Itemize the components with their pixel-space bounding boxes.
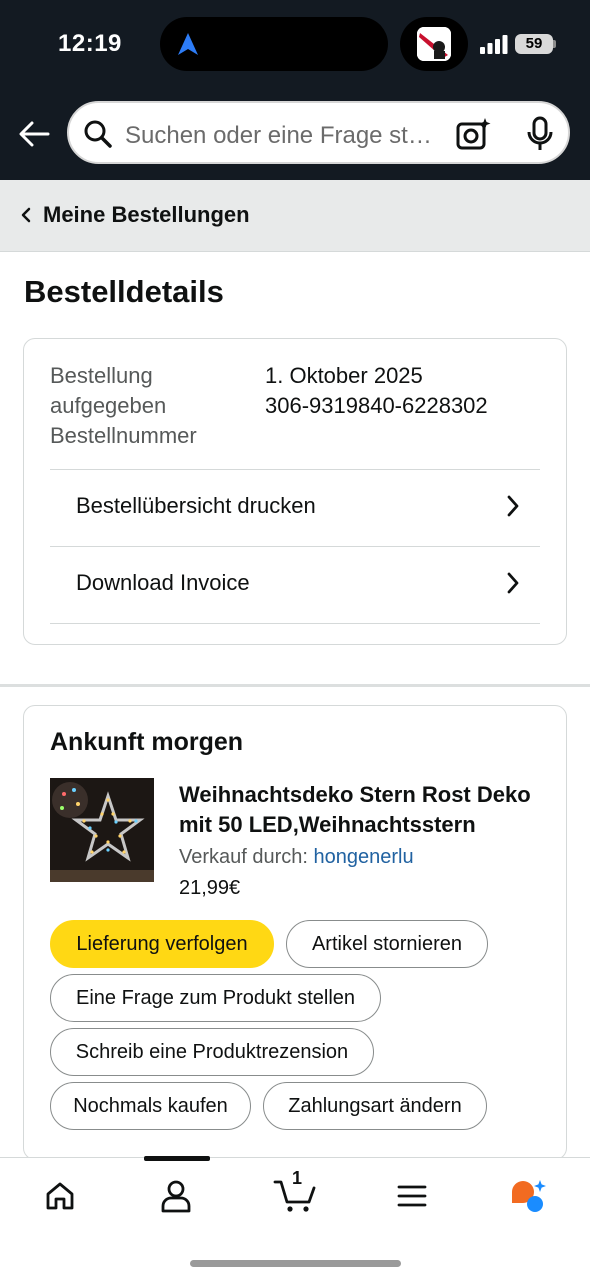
- tab-account[interactable]: [146, 1174, 206, 1218]
- active-tab-indicator: [144, 1156, 210, 1161]
- back-arrow-icon: [19, 121, 50, 147]
- breadcrumb-label[interactable]: Meine Bestellungen: [43, 202, 250, 228]
- seller-prefix: Verkauf durch:: [179, 846, 308, 868]
- change-payment-button[interactable]: Zahlungsart ändern: [263, 1082, 487, 1130]
- battery-tip: [553, 40, 556, 48]
- download-invoice-link[interactable]: Download Invoice: [50, 546, 540, 623]
- status-time: 12:19: [58, 30, 122, 57]
- cancel-item-button[interactable]: Artikel stornieren: [286, 920, 488, 968]
- print-summary-link[interactable]: Bestellübersicht drucken: [50, 469, 540, 546]
- battery-icon: 59: [515, 34, 553, 54]
- rufus-assistant-icon: [512, 1180, 546, 1212]
- search-icon: [84, 120, 112, 148]
- microphone-icon[interactable]: [525, 116, 555, 152]
- cart-count-badge: 1: [292, 1168, 303, 1188]
- account-icon: [161, 1180, 191, 1213]
- delivery-status: Ankunft morgen: [50, 728, 244, 756]
- write-review-button[interactable]: Schreib eine Produktrezension: [50, 1028, 374, 1076]
- order-date-label-2: aufgegeben: [50, 393, 167, 418]
- back-button[interactable]: [16, 116, 52, 152]
- buy-again-button[interactable]: Nochmals kaufen: [50, 1082, 251, 1130]
- breadcrumb[interactable]: Meine Bestellungen: [0, 180, 590, 252]
- order-date-label: Bestellung: [50, 363, 153, 388]
- top-header: 12:19 59 Suchen oder eine Frage stellen: [0, 0, 590, 180]
- dynamic-island: [160, 17, 388, 71]
- section-divider: [0, 684, 590, 687]
- divider: [50, 623, 540, 624]
- tab-home[interactable]: [30, 1174, 90, 1218]
- order-info-values: 1. Oktober 2025 306-9319840-6228302: [265, 361, 488, 421]
- chevron-left-icon: [21, 207, 31, 223]
- page-title: Bestelldetails: [24, 274, 224, 309]
- order-number: 306-9319840-6228302: [265, 393, 488, 418]
- product-price: 21,99€: [179, 877, 241, 899]
- chevron-right-icon: [507, 572, 519, 594]
- menu-icon: [397, 1185, 427, 1207]
- app-thumbnail-icon: [417, 27, 451, 61]
- tab-menu[interactable]: [382, 1174, 442, 1218]
- order-number-label: Bestellnummer: [50, 423, 197, 448]
- home-icon: [46, 1182, 74, 1210]
- download-invoice-label: Download Invoice: [76, 570, 250, 595]
- tab-rufus[interactable]: [498, 1174, 558, 1218]
- order-info-labels: Bestellung aufgegeben Bestellnummer: [50, 361, 240, 451]
- ask-question-button[interactable]: Eine Frage zum Produkt stellen: [50, 974, 381, 1022]
- seller-link[interactable]: hongenerlu: [314, 846, 414, 868]
- print-summary-label: Bestellübersicht drucken: [76, 493, 316, 518]
- navigation-arrow-icon: [178, 33, 198, 55]
- order-date: 1. Oktober 2025: [265, 363, 423, 388]
- chevron-right-icon: [507, 495, 519, 517]
- seller-info: Verkauf durch: hongenerlu: [179, 846, 414, 869]
- home-indicator: [190, 1260, 401, 1267]
- track-delivery-button[interactable]: Lieferung verfolgen: [50, 920, 274, 968]
- search-bar[interactable]: Suchen oder eine Frage stellen: [67, 101, 570, 164]
- live-activity: [400, 17, 468, 71]
- shipment-card: Ankunft morgen Weihnachtsdeko Stern Rost…: [23, 705, 567, 1160]
- signal-icon: [480, 35, 508, 54]
- search-input[interactable]: Suchen oder eine Frage stellen: [125, 122, 443, 150]
- product-image[interactable]: [50, 778, 154, 882]
- camera-search-icon[interactable]: [455, 116, 491, 152]
- order-info-card: Bestellung aufgegeben Bestellnummer 1. O…: [23, 338, 567, 645]
- product-title[interactable]: Weihnachtsdeko Stern Rost Deko mit 50 LE…: [179, 780, 549, 840]
